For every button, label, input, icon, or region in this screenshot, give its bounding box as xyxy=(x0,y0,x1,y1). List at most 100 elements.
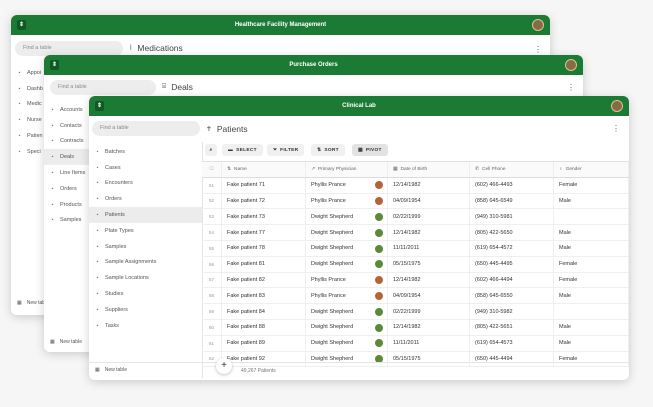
cell-name[interactable]: Fake patient 88 xyxy=(222,320,306,335)
cell-doc[interactable]: Dwight Shepherd xyxy=(306,335,388,351)
cell-phone[interactable]: (949) 310-5981 xyxy=(470,209,554,225)
cell-doc[interactable]: Dwight Shepherd xyxy=(306,256,388,272)
cell-phone[interactable]: (858) 645-6549 xyxy=(470,193,554,209)
more-options-icon[interactable]: ⋮ xyxy=(567,84,575,92)
sidebar-item[interactable]: ▪ Dashb xyxy=(11,81,45,97)
cell-gender[interactable]: Male xyxy=(554,320,629,335)
table-search-input[interactable]: Find a table xyxy=(50,80,156,95)
cell-name[interactable]: Fake patient 71 xyxy=(222,177,306,193)
column-header[interactable]: ▦ Date of Birth xyxy=(388,162,470,177)
cell-name[interactable]: Fake patient 73 xyxy=(222,209,306,225)
cell-gender[interactable] xyxy=(554,209,629,225)
cell-doc[interactable]: Phyllis Prance xyxy=(306,193,388,209)
cell-dob[interactable]: 11/11/2011 xyxy=(388,335,470,351)
cell-dob[interactable]: 12/14/1982 xyxy=(388,320,470,335)
filter-button[interactable]: ⏷ FILTER xyxy=(267,144,305,156)
search-button[interactable]: ⌕ xyxy=(205,144,217,156)
cell-doc[interactable]: Phyllis Prance xyxy=(306,272,388,288)
cell-name[interactable]: Fake patient 77 xyxy=(222,225,306,240)
sidebar-item[interactable]: ▪ Samples xyxy=(89,239,202,255)
table-row[interactable]: 59 Fake patient 84 Dwight Shepherd 02/22/19… xyxy=(202,304,629,320)
cell-dob[interactable]: 12/14/1982 xyxy=(388,177,470,193)
table-row[interactable]: 60 Fake patient 88 Dwight Shepherd 12/14/19… xyxy=(202,320,629,336)
column-header[interactable]: ✆ Cell Phone xyxy=(470,162,554,177)
table-row[interactable]: 51 Fake patient 71 Phyllis Prance 12/14/198… xyxy=(202,177,629,194)
cell-dob[interactable]: 12/14/1982 xyxy=(388,272,470,288)
pivot-button[interactable]: ▦ PIVOT xyxy=(352,144,388,156)
cell-doc[interactable]: Dwight Shepherd xyxy=(306,304,388,319)
column-header[interactable]: ♁ Gender xyxy=(554,162,629,177)
cell-phone[interactable]: (602) 466-4493 xyxy=(470,177,554,193)
cell-doc[interactable]: Dwight Shepherd xyxy=(306,320,388,335)
column-header[interactable]: ↗ Primary Physician xyxy=(306,162,388,177)
app-logo-icon[interactable]: ⇕ xyxy=(95,101,104,111)
cell-phone[interactable]: (619) 654-4572 xyxy=(470,241,554,256)
sidebar-item[interactable]: ▪ Plate Types xyxy=(89,223,202,239)
table-search-input[interactable]: Find a table xyxy=(92,121,200,136)
sidebar-item[interactable]: ▪ Patients xyxy=(89,207,202,223)
sidebar-item[interactable]: ▪ Suppliers xyxy=(89,302,202,318)
new-table-button[interactable]: ▦ New table xyxy=(50,339,82,345)
cell-doc[interactable]: Dwight Shepherd xyxy=(306,241,388,256)
table-row[interactable]: 57 Fake patient 82 Phyllis Prance 12/14/198… xyxy=(202,272,629,289)
sidebar-item[interactable]: ▪ Accounts xyxy=(44,102,89,118)
sidebar-item[interactable]: ▪ Encounters xyxy=(89,176,202,192)
user-avatar[interactable] xyxy=(565,59,577,71)
cell-dob[interactable]: 04/09/1954 xyxy=(388,193,470,209)
cell-gender[interactable]: Female xyxy=(554,177,629,193)
sidebar-item[interactable]: ▪ Speci xyxy=(11,144,45,160)
cell-gender[interactable] xyxy=(554,304,629,319)
add-row-button[interactable]: + xyxy=(216,358,232,374)
app-logo-icon[interactable]: ⇕ xyxy=(50,60,59,70)
user-avatar[interactable] xyxy=(611,100,623,112)
cell-dob[interactable]: 02/22/1999 xyxy=(388,304,470,319)
cell-phone[interactable]: (805) 422-5651 xyxy=(470,320,554,335)
select-button[interactable]: ▬ SELECT xyxy=(222,144,263,156)
sidebar-item[interactable]: ▪ Appoi xyxy=(11,65,45,81)
cell-dob[interactable]: 04/09/1954 xyxy=(388,288,470,304)
cell-name[interactable]: Fake patient 82 xyxy=(222,272,306,288)
table-search-input[interactable]: Find a table xyxy=(15,41,123,56)
cell-name[interactable]: Fake patient 83 xyxy=(222,288,306,304)
cell-doc[interactable]: Dwight Shepherd xyxy=(306,209,388,225)
cell-phone[interactable]: (650) 445-4495 xyxy=(470,256,554,272)
cell-name[interactable]: Fake patient 84 xyxy=(222,304,306,319)
user-avatar[interactable] xyxy=(532,19,544,31)
sort-button[interactable]: ⇅ SORT xyxy=(311,144,345,156)
table-row[interactable]: 52 Fake patient 72 Phyllis Prance 04/09/195… xyxy=(202,193,629,210)
more-options-icon[interactable]: ⋮ xyxy=(612,125,620,133)
cell-gender[interactable]: Male xyxy=(554,288,629,304)
sidebar-item[interactable]: ▪ Cases xyxy=(89,160,202,176)
cell-gender[interactable]: Female xyxy=(554,256,629,272)
select-all-checkbox[interactable]: ☐ xyxy=(202,162,222,177)
table-row[interactable]: 53 Fake patient 73 Dwight Shepherd 02/22/19… xyxy=(202,209,629,226)
sidebar-item[interactable]: ▪ Products xyxy=(44,197,89,213)
cell-doc[interactable]: Phyllis Prance xyxy=(306,177,388,193)
sidebar-item[interactable]: ▪ Batches xyxy=(89,144,202,160)
sidebar-item[interactable]: ▪ Sample Assignments xyxy=(89,255,202,271)
cell-name[interactable]: Fake patient 89 xyxy=(222,335,306,351)
cell-doc[interactable]: Dwight Shepherd xyxy=(306,225,388,240)
sidebar-item[interactable]: ▪ Line Items xyxy=(44,165,89,181)
sidebar-item[interactable]: ▪ Deals xyxy=(44,149,89,166)
sidebar-item[interactable]: ▪ Contracts xyxy=(44,134,89,150)
table-row[interactable]: 54 Fake patient 77 Dwight Shepherd 12/14/19… xyxy=(202,225,629,241)
cell-phone[interactable]: (805) 422-5650 xyxy=(470,225,554,240)
cell-dob[interactable]: 02/22/1999 xyxy=(388,209,470,225)
cell-doc[interactable]: Phyllis Prance xyxy=(306,288,388,304)
table-row[interactable]: 55 Fake patient 78 Dwight Shepherd 11/11/20… xyxy=(202,241,629,257)
cell-gender[interactable]: Male xyxy=(554,335,629,351)
sidebar-item[interactable]: ▪ Patien xyxy=(11,128,45,144)
cell-dob[interactable]: 12/14/1982 xyxy=(388,225,470,240)
table-row[interactable]: 61 Fake patient 89 Dwight Shepherd 11/11/20… xyxy=(202,335,629,352)
cell-gender[interactable]: Female xyxy=(554,272,629,288)
cell-gender[interactable]: Male xyxy=(554,225,629,240)
column-header[interactable]: ⇅ Name xyxy=(222,162,306,177)
new-table-button[interactable]: ▦ New table xyxy=(95,367,127,373)
sidebar-item[interactable]: ▪ Nurse xyxy=(11,112,45,128)
app-logo-icon[interactable]: ⇕ xyxy=(17,20,26,30)
cell-gender[interactable]: Male xyxy=(554,193,629,209)
sidebar-item[interactable]: ▪ Tasks xyxy=(89,318,202,334)
sidebar-item[interactable]: ▪ Orders xyxy=(89,191,202,207)
cell-name[interactable]: Fake patient 81 xyxy=(222,256,306,272)
